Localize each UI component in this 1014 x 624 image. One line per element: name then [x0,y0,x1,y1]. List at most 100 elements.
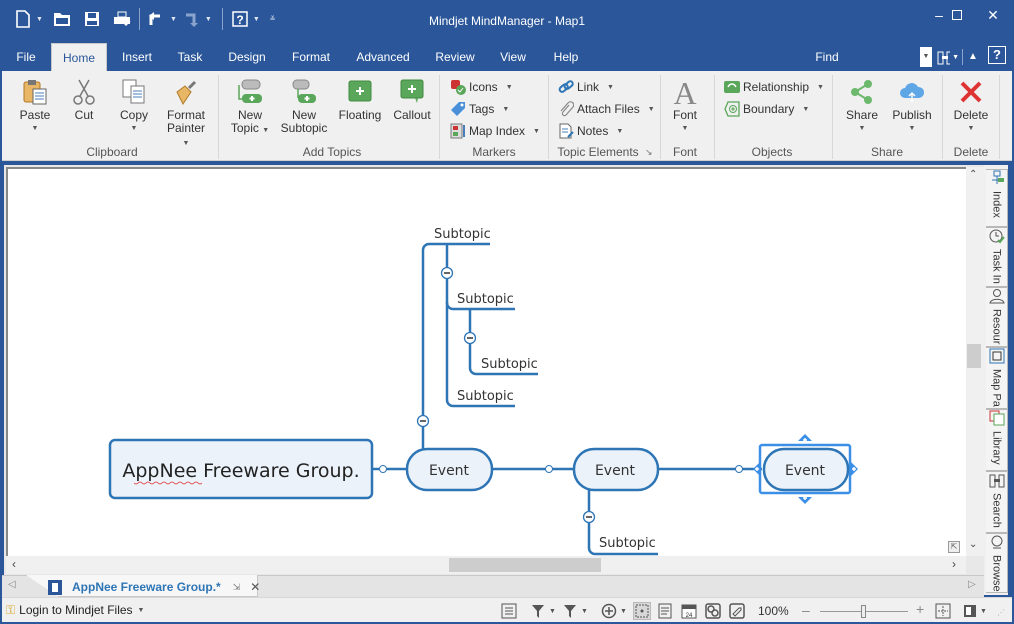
tab-view[interactable]: View [494,43,532,71]
new-topic-button[interactable]: New Topic ▼ [230,75,270,137]
connector-dot [545,465,553,473]
delete-button[interactable]: Delete ▼ [950,75,992,135]
tab-design[interactable]: Design [222,43,272,71]
side-tab-label: Map Pa [990,369,1003,407]
panel-layout-icon[interactable]: ▼ [962,602,988,620]
callout-button[interactable]: Callout [390,75,434,122]
tab-advanced[interactable]: Advanced [350,43,416,71]
link-button[interactable]: Link ▼ [558,77,614,97]
icons-marker-icon [450,79,466,95]
scroll-left-icon[interactable]: ‹ [12,557,16,571]
maximize-button[interactable] [940,0,974,30]
share-icon [846,75,878,109]
horizontal-scroll-thumb[interactable] [449,558,601,572]
paperclip-icon [558,101,574,117]
help-button-icon[interactable]: ? [988,46,1006,64]
side-tab-search[interactable]: Search [986,471,1008,533]
close-tab-icon[interactable]: ✕ [250,580,260,594]
floating-topic-button[interactable]: Floating [336,75,384,122]
link-icon [558,79,574,95]
zoom-level: 100% [758,604,789,618]
calendar-icon[interactable]: 24 [680,602,698,620]
scroll-right-icon[interactable]: › [952,557,956,571]
paste-button[interactable]: Paste ▼ [16,75,54,135]
boundary-button[interactable]: Boundary ▼ [724,99,809,119]
collapse-ribbon-icon[interactable]: ▲ [966,47,980,67]
side-tab-resources[interactable]: Resour [986,287,1008,347]
insert-topic-status-icon[interactable]: ▼ [600,602,628,620]
cut-button[interactable]: Cut [66,75,102,122]
login-button[interactable]: ⚿ Login to Mindjet Files ▼ [6,602,144,618]
group-divider [832,75,833,159]
resize-grip-icon[interactable]: ⋰ [997,608,1005,617]
connector [421,242,490,449]
filter-icon[interactable]: ▼ [530,602,556,620]
callout-label: Callout [393,108,431,122]
ribbon-tabs: File Home Insert Task Design Format Adva… [0,43,1014,71]
side-tab-map-parts[interactable]: Map Pa [986,347,1008,409]
subtopic-label[interactable]: Subtopic [434,227,491,242]
relationship-button[interactable]: Relationship ▼ [724,77,824,97]
find-dropdown[interactable]: ▼ [920,47,932,67]
tab-home[interactable]: Home [51,43,107,71]
cloud-upload-icon [896,75,928,109]
map-canvas[interactable]: AppNee Freeware Group. Event Event Event [6,167,967,556]
collapse-button[interactable] [463,331,477,345]
restore-tab-icon[interactable]: ⇲ [233,582,241,593]
tab-insert[interactable]: Insert [114,43,160,71]
new-subtopic-button[interactable]: New Subtopic [278,75,330,135]
find-label[interactable]: Find [806,43,848,71]
side-tab-task-info[interactable]: Task In [986,227,1008,287]
scroll-down-icon[interactable]: ⌄ [969,539,977,550]
linked-maps-icon[interactable] [704,602,722,620]
close-button[interactable]: ✕ [976,0,1010,30]
format-painter-button[interactable]: Format Painter ▼ [162,75,210,150]
dropdown-arrow-icon: ▼ [130,125,138,132]
collapse-button[interactable] [440,266,454,280]
tab-task[interactable]: Task [170,43,210,71]
tab-help[interactable]: Help [546,43,586,71]
zoom-in-icon[interactable]: + [916,601,924,617]
tab-review[interactable]: Review [430,43,480,71]
notes-button[interactable]: Notes ▼ [558,121,623,141]
filter-power-icon[interactable]: ▼ [562,602,588,620]
document-tab[interactable]: AppNee Freeware Group.* ⇲ ✕ [48,578,260,596]
tab-scroll-left-icon[interactable]: ◁ [8,579,16,590]
subtopic-label[interactable]: Subtopic [481,357,538,372]
tags-view-icon[interactable] [728,602,746,620]
vertical-scrollbar[interactable]: ⌃ ⌄ [966,167,984,556]
fit-map-status-icon[interactable] [934,602,952,620]
binoculars-icon[interactable]: ▼ [937,47,959,67]
share-button[interactable]: Share ▼ [842,75,882,135]
copy-button[interactable]: Copy ▼ [114,75,154,135]
collapse-button[interactable] [582,510,596,524]
map-index-button[interactable]: Map Index ▼ [450,121,540,141]
subtopic-label[interactable]: Subtopic [457,292,514,307]
icons-button[interactable]: Icons ▼ [450,77,513,97]
horizontal-scrollbar[interactable]: ‹ › [6,556,966,574]
attach-files-button[interactable]: Attach Files ▼ [558,99,655,119]
publish-button[interactable]: Publish ▼ [890,75,934,135]
svg-text:▼: ▼ [549,608,555,615]
scroll-up-icon[interactable]: ⌃ [969,169,977,180]
zoom-slider-thumb[interactable] [861,605,866,618]
dialog-launcher-icon[interactable]: ↘ [645,147,653,158]
side-tab-library[interactable]: Library [986,409,1008,471]
subtopic-label[interactable]: Subtopic [457,389,514,404]
side-tab-index[interactable]: Index [986,169,1008,227]
tags-button[interactable]: Tags ▼ [450,99,509,119]
tab-file[interactable]: File [8,43,44,71]
collapse-button[interactable] [416,414,430,428]
side-tab-browse[interactable]: Browse [986,533,1008,593]
tab-scroll-right-icon[interactable]: ▷ [968,579,976,590]
subtopic-label[interactable]: Subtopic [599,536,656,551]
outline-view-icon[interactable] [500,602,518,620]
map-view-icon[interactable] [633,602,651,620]
font-button[interactable]: A Font ▼ [666,75,704,135]
fit-map-icon[interactable]: ⇱ [948,541,960,553]
outline-text-icon[interactable] [656,602,674,620]
tab-format[interactable]: Format [285,43,337,71]
attach-files-label: Attach Files [577,102,640,116]
vertical-scroll-thumb[interactable] [967,344,981,368]
zoom-out-icon[interactable]: – [802,602,810,618]
